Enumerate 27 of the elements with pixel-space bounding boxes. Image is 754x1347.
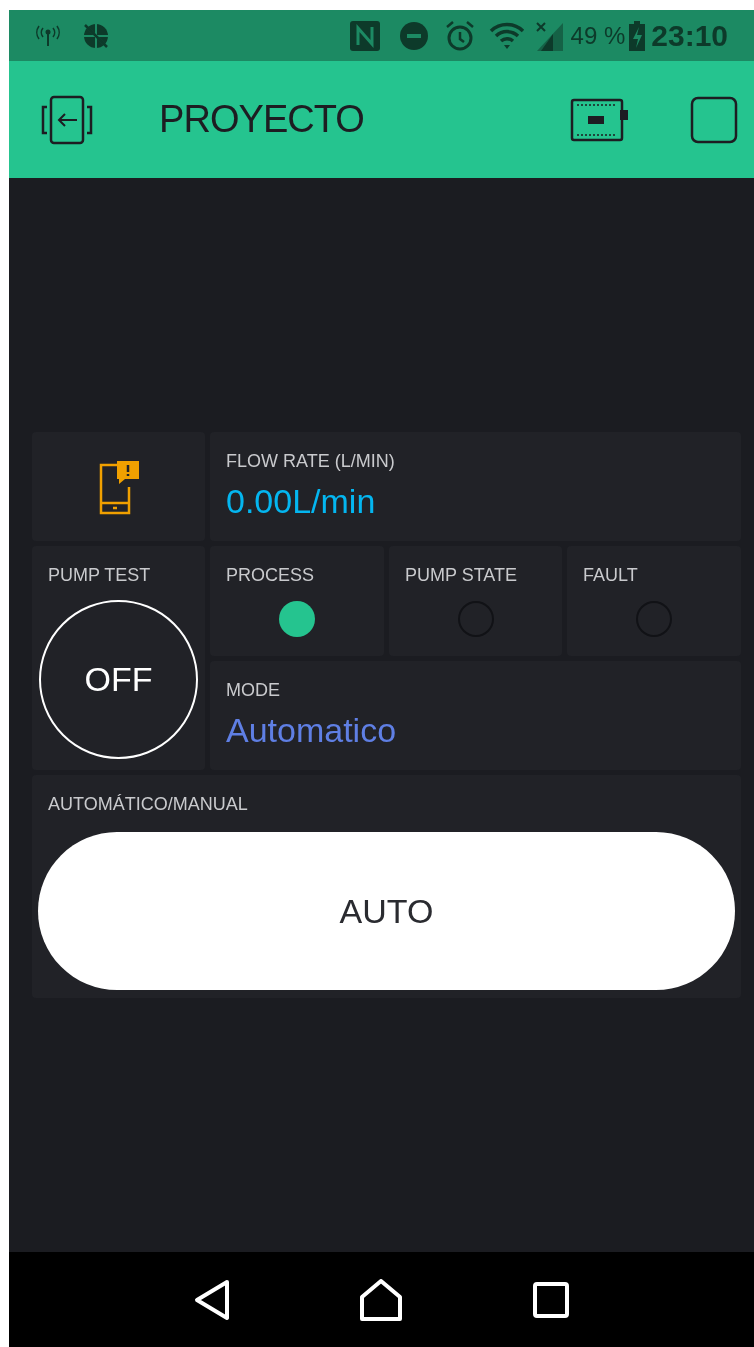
- value-display: 0.00L/min: [226, 484, 377, 518]
- stop-icon[interactable]: [690, 95, 738, 144]
- widget-label: FAULT: [583, 566, 639, 584]
- exit-icon[interactable]: [41, 94, 93, 145]
- widget-label: FLOW RATE (L/MIN): [226, 452, 396, 470]
- value-display: Automatico: [226, 713, 398, 747]
- back-icon[interactable]: [193, 1278, 232, 1321]
- recent-apps-icon[interactable]: [531, 1280, 570, 1319]
- wifi-icon: [488, 21, 525, 50]
- clock-time: 23:10: [651, 18, 728, 54]
- battery-percentage: 49 %: [570, 20, 626, 51]
- toggle-button[interactable]: OFF: [39, 600, 198, 759]
- antenna-icon: [35, 24, 61, 47]
- widget-label: PUMP TEST: [48, 566, 152, 584]
- widget-label: AUTOMÁTICO/MANUAL: [48, 795, 249, 813]
- widget-label: MODE: [226, 681, 281, 699]
- device-board-icon[interactable]: [570, 97, 630, 142]
- battery-charging-icon: [629, 20, 646, 51]
- nfc-icon: [348, 19, 381, 52]
- do-not-disturb-icon: [398, 20, 429, 51]
- mode-toggle-button[interactable]: AUTO: [38, 832, 735, 990]
- alarm-clock-icon: [444, 19, 475, 52]
- widget-label: PROCESS: [226, 566, 316, 584]
- project-title: PROYECTO: [159, 97, 364, 142]
- signal-icon: [534, 20, 565, 51]
- widget-label: PUMP STATE: [405, 566, 519, 584]
- home-icon[interactable]: [359, 1278, 404, 1321]
